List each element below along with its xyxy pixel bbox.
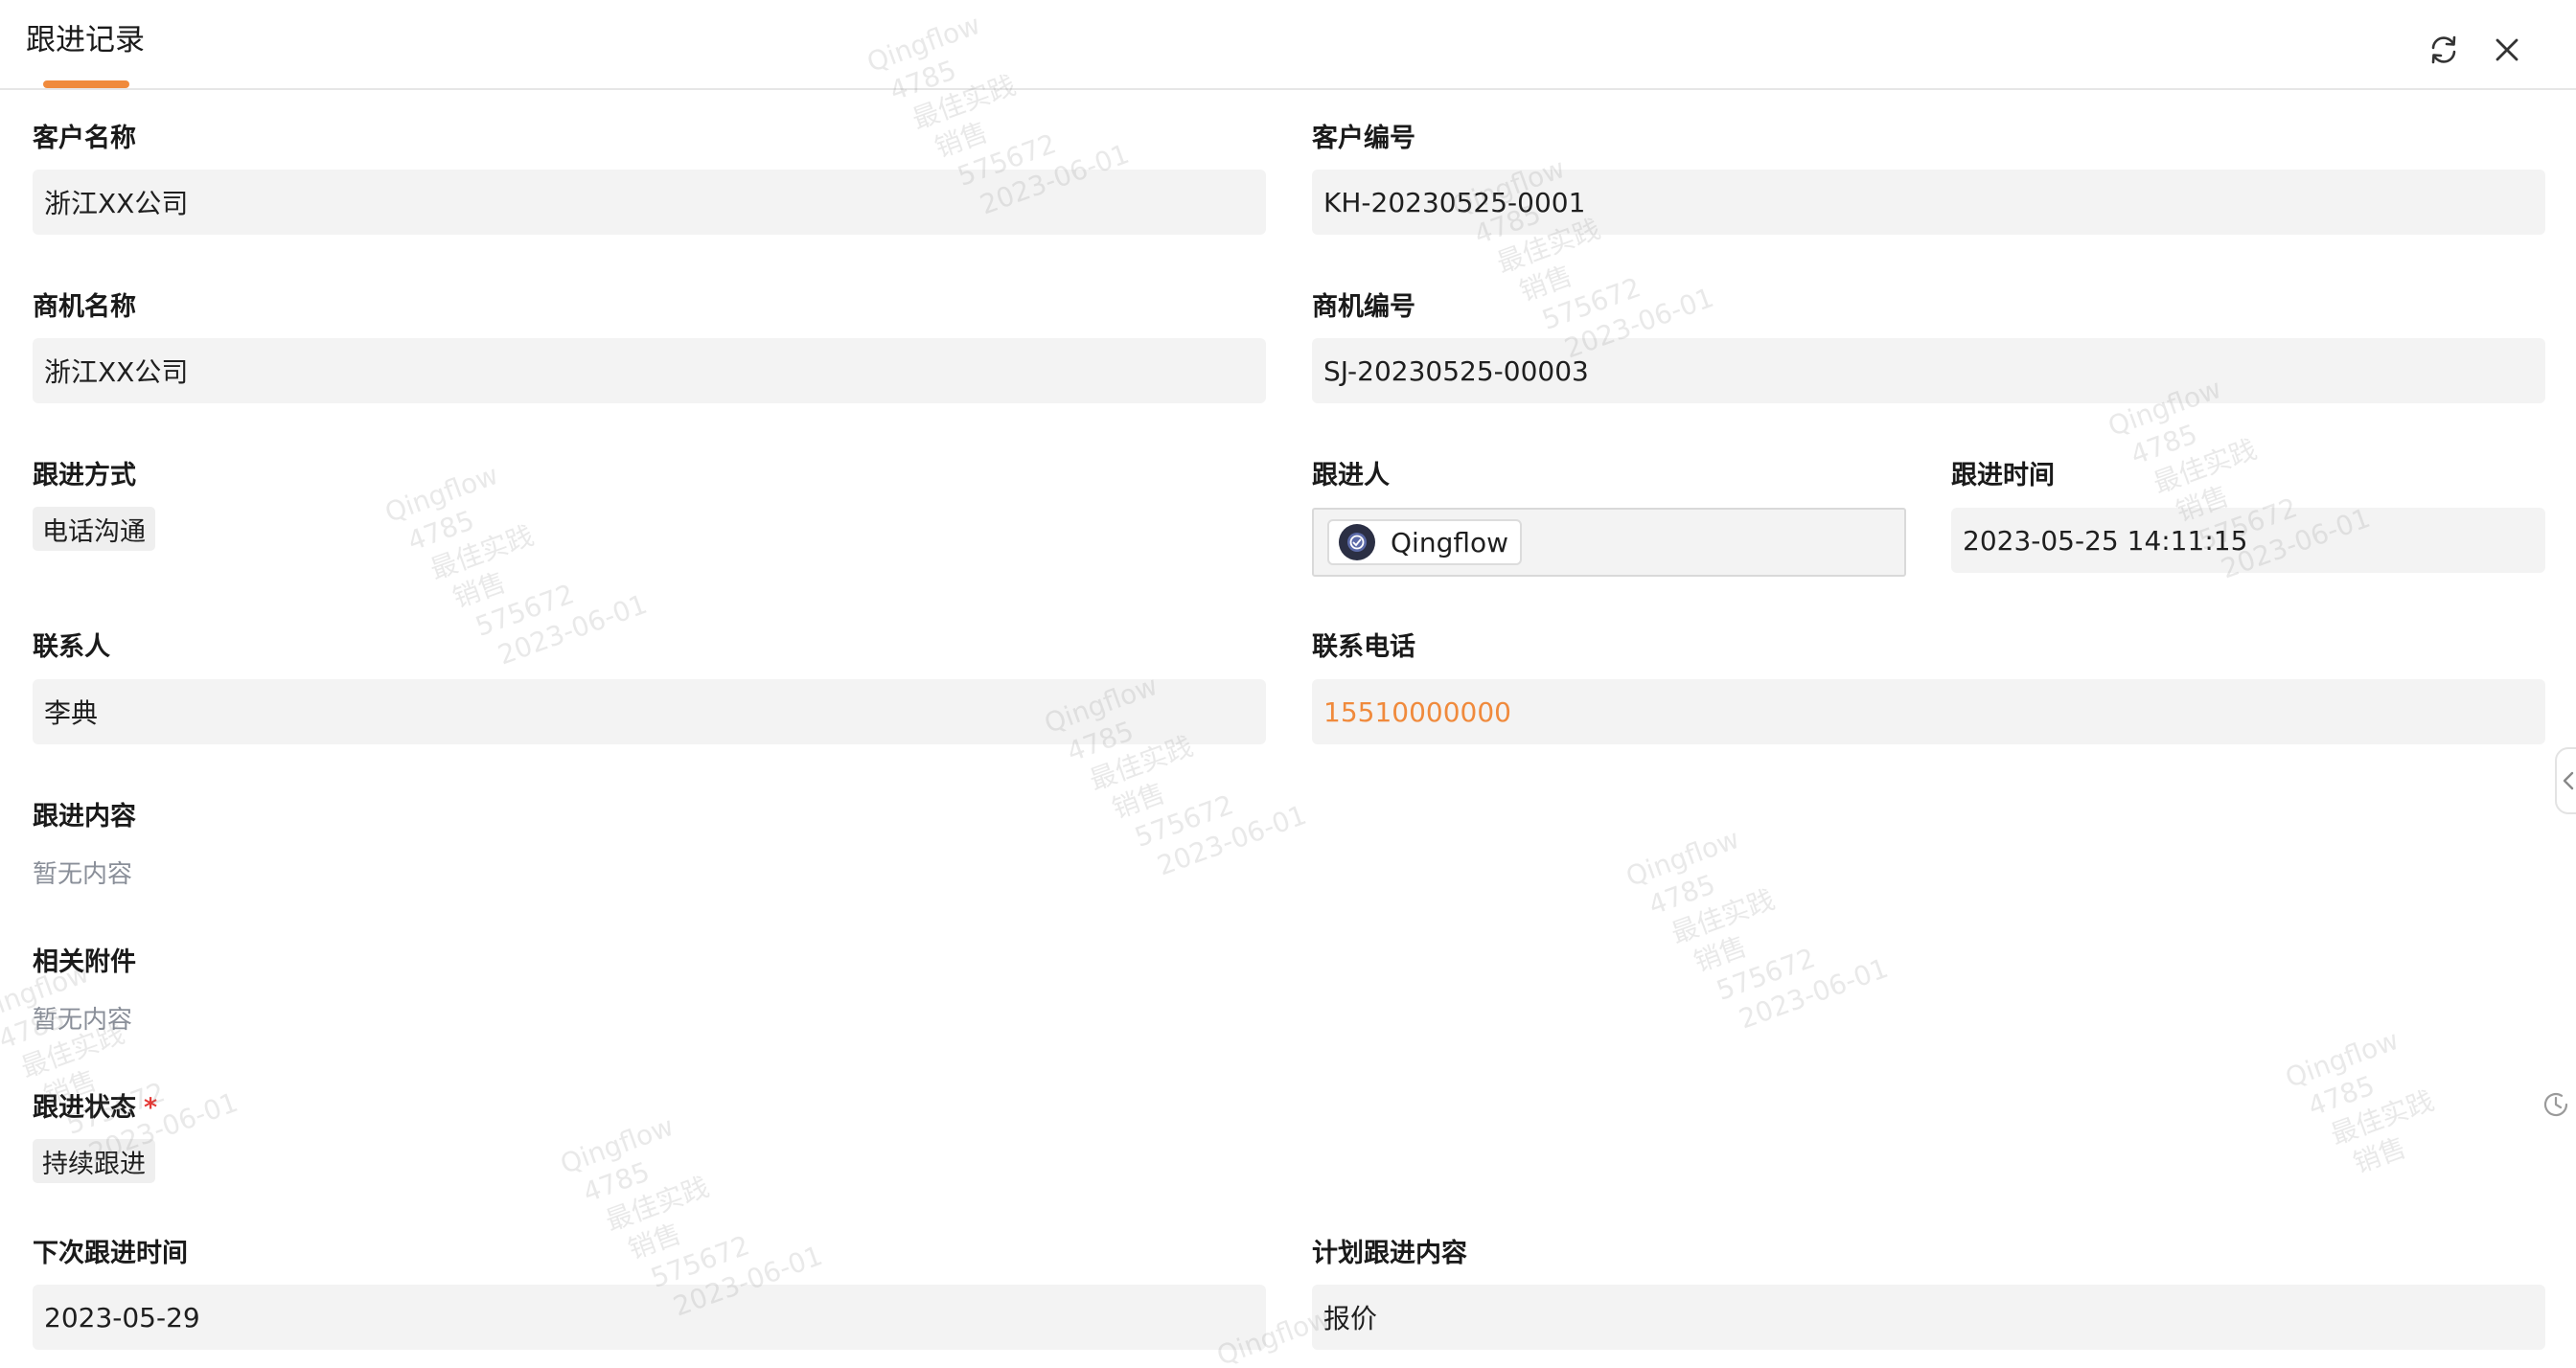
contact-label: 联系人 — [33, 632, 110, 662]
opportunity-no-label: 商机编号 — [1312, 292, 1415, 322]
follow-status-tag: 持续跟进 — [33, 1139, 155, 1183]
opportunity-name-field[interactable]: 浙江XX公司 — [33, 338, 1266, 403]
watermark: Qingflow 4785 最佳实践 销售 — [2281, 1023, 2439, 1180]
follow-content-empty: 暂无内容 — [33, 860, 133, 889]
customer-name-field[interactable]: 浙江XX公司 — [33, 170, 1266, 235]
follower-name: Qingflow — [1391, 526, 1509, 559]
watermark: Qingflow4785最佳实践销售5756722023-06-01 — [1622, 822, 1893, 1036]
follow-status-label: 跟进状态 * — [33, 1086, 157, 1124]
refresh-icon — [2431, 35, 2456, 64]
next-follow-time-field[interactable]: 2023-05-29 — [33, 1285, 1266, 1350]
customer-no-label: 客户编号 — [1312, 124, 1415, 153]
follow-time-field[interactable]: 2023-05-25 14:11:15 — [1951, 508, 2545, 573]
follow-method-label: 跟进方式 — [33, 461, 136, 490]
follower-field[interactable]: Qingflow — [1312, 508, 1906, 577]
follow-status-label-text: 跟进状态 — [33, 1093, 136, 1123]
history-button[interactable] — [2540, 1088, 2572, 1121]
avatar — [1339, 524, 1375, 560]
required-mark: * — [144, 1093, 158, 1123]
close-icon — [2496, 38, 2518, 61]
follow-time-label: 跟进时间 — [1951, 461, 2055, 490]
follow-content-label: 跟进内容 — [33, 802, 136, 832]
history-icon — [2543, 1092, 2568, 1117]
customer-no-field[interactable]: KH-20230525-0001 — [1312, 170, 2545, 235]
opportunity-name-label: 商机名称 — [33, 292, 136, 322]
follow-record-panel: 跟进记录 客户名称 浙江XX公司 客户编号 KH-20230525-0001 商… — [0, 0, 2576, 1368]
follower-chip[interactable]: Qingflow — [1327, 519, 1523, 565]
tab-active-indicator — [43, 80, 129, 88]
close-button[interactable] — [2488, 31, 2526, 69]
contact-field[interactable]: 李典 — [33, 679, 1266, 744]
contact-phone-label: 联系电话 — [1312, 632, 1415, 662]
watermark: Qingflow4785最佳实践销售5756722023-06-01 — [1040, 670, 1311, 882]
attachments-empty: 暂无内容 — [33, 1006, 133, 1035]
follow-method-tag: 电话沟通 — [33, 507, 155, 551]
next-follow-time-label: 下次跟进时间 — [33, 1239, 188, 1268]
follower-label: 跟进人 — [1312, 461, 1390, 490]
panel-header: 跟进记录 — [0, 0, 2576, 90]
qingflow-logo-icon — [1347, 533, 1367, 552]
attachments-label: 相关附件 — [33, 947, 136, 977]
opportunity-no-field[interactable]: SJ-20230525-00003 — [1312, 338, 2545, 403]
plan-content-label: 计划跟进内容 — [1312, 1239, 1467, 1268]
customer-name-label: 客户名称 — [33, 124, 136, 153]
refresh-button[interactable] — [2425, 31, 2463, 69]
chevron-left-icon — [2563, 771, 2574, 790]
sidebar-collapse-handle[interactable] — [2555, 747, 2576, 814]
contact-phone-field[interactable]: 15510000000 — [1312, 679, 2545, 744]
plan-content-field[interactable]: 报价 — [1312, 1285, 2545, 1350]
tab-follow-record[interactable]: 跟进记录 — [26, 15, 145, 58]
watermark: Qingflow4785最佳实践销售5756722023-06-01 — [380, 458, 652, 672]
